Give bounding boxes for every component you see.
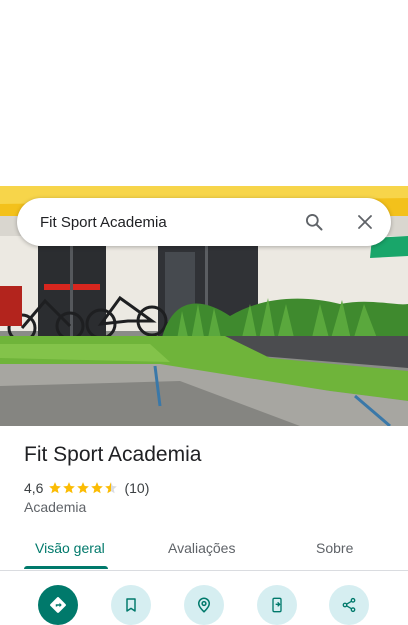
save-button[interactable]	[111, 585, 151, 625]
search-bar[interactable]: Fit Sport Academia	[17, 198, 391, 246]
star-icon	[77, 482, 90, 494]
review-count[interactable]: (10)	[124, 480, 149, 496]
close-icon[interactable]	[352, 209, 378, 235]
tab-about[interactable]: Sobre	[316, 527, 353, 570]
tab-reviews[interactable]: Avaliações	[168, 527, 235, 570]
share-button[interactable]	[329, 585, 369, 625]
directions-button[interactable]	[38, 585, 78, 625]
send-to-phone-button[interactable]	[257, 585, 297, 625]
star-icon	[49, 482, 62, 494]
send-to-phone-icon	[272, 597, 282, 613]
star-icon	[63, 482, 76, 494]
search-icon[interactable]	[301, 209, 327, 235]
nearby-icon	[197, 597, 211, 613]
star-icon	[91, 482, 104, 494]
search-input[interactable]: Fit Sport Academia	[40, 214, 301, 231]
star-half-icon	[105, 482, 118, 494]
tab-bar: Visão geral Avaliações Sobre	[0, 527, 408, 571]
place-title: Fit Sport Academia	[24, 443, 202, 466]
nearby-button[interactable]	[184, 585, 224, 625]
place-category[interactable]: Academia	[24, 499, 86, 515]
tab-overview[interactable]: Visão geral	[35, 527, 105, 570]
rating-value: 4,6	[24, 480, 44, 496]
share-icon	[342, 597, 356, 613]
directions-icon	[50, 597, 66, 613]
bookmark-icon	[126, 598, 136, 612]
rating-row[interactable]: 4,6 (10)	[24, 479, 149, 497]
star-rating	[48, 481, 118, 495]
active-tab-indicator	[24, 566, 108, 569]
